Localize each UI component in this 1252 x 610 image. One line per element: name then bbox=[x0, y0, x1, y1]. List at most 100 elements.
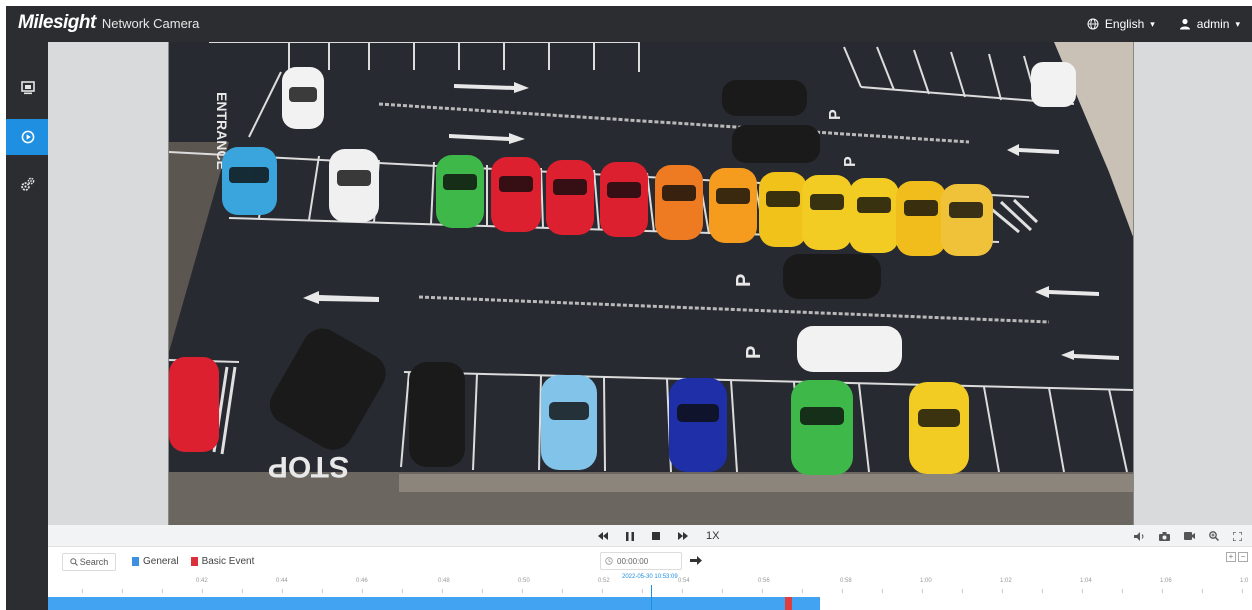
playhead[interactable] bbox=[651, 585, 652, 610]
playback-controls: 1X bbox=[598, 525, 719, 547]
top-bar: Milesight Network Camera English ▾ admin… bbox=[6, 6, 1252, 42]
arrow-right-icon bbox=[690, 556, 702, 565]
tick bbox=[1122, 589, 1123, 593]
parking-lot-image: STOP ENTRANCE P P P P bbox=[169, 42, 1133, 525]
record-button[interactable] bbox=[1184, 532, 1195, 540]
tick-label: 1:0 bbox=[1240, 578, 1249, 584]
tick bbox=[682, 589, 683, 593]
fullscreen-button[interactable] bbox=[1233, 531, 1242, 541]
playback-icon bbox=[21, 130, 35, 144]
search-label: Search bbox=[79, 557, 109, 567]
tick bbox=[1002, 589, 1003, 593]
pause-icon bbox=[626, 531, 634, 541]
fast-forward-icon bbox=[678, 532, 688, 540]
audio-button[interactable] bbox=[1134, 531, 1145, 541]
zoom-button[interactable] bbox=[1209, 531, 1219, 541]
chevron-down-icon: ▾ bbox=[1150, 18, 1155, 29]
playhead-time: 2022-05-30 10:53:09 bbox=[622, 574, 678, 580]
tick bbox=[362, 589, 363, 593]
time-jump-value: 00:00:00 bbox=[617, 556, 649, 566]
legend-item-general[interactable]: General bbox=[132, 556, 179, 567]
clock-icon bbox=[605, 557, 613, 565]
tick bbox=[962, 589, 963, 593]
tick-label: 0:42 bbox=[196, 578, 208, 584]
search-button[interactable]: Search bbox=[62, 553, 116, 571]
video-frame[interactable]: STOP ENTRANCE P P P P bbox=[168, 42, 1134, 525]
tick bbox=[202, 589, 203, 593]
chevron-down-icon: ▾ bbox=[1235, 18, 1240, 29]
tick bbox=[642, 589, 643, 593]
tick bbox=[922, 589, 923, 593]
zoom-in-icon bbox=[1209, 531, 1219, 541]
tick bbox=[802, 589, 803, 593]
recording-segment-general[interactable] bbox=[48, 597, 820, 610]
recording-segment-event[interactable] bbox=[785, 597, 792, 610]
tick-label: 1:00 bbox=[920, 578, 932, 584]
language-selector[interactable]: English ▾ bbox=[1087, 17, 1155, 31]
tick-label: 0:56 bbox=[758, 578, 770, 584]
tick bbox=[562, 589, 563, 593]
sidebar bbox=[6, 42, 50, 610]
tick-label: 0:50 bbox=[518, 578, 530, 584]
search-icon bbox=[70, 558, 78, 566]
video-record-icon bbox=[1184, 532, 1195, 540]
brand: Milesight Network Camera bbox=[18, 12, 199, 34]
tick bbox=[1042, 589, 1043, 593]
tick bbox=[1162, 589, 1163, 593]
fast-forward-button[interactable] bbox=[678, 532, 688, 540]
tick-label: 1:06 bbox=[1160, 578, 1172, 584]
sidebar-item-settings[interactable] bbox=[6, 166, 50, 202]
time-jump-field[interactable]: 00:00:00 bbox=[600, 552, 682, 570]
go-button[interactable] bbox=[690, 553, 702, 568]
tick bbox=[722, 589, 723, 593]
stop-button[interactable] bbox=[652, 532, 660, 540]
timeline-legend: General Basic Event bbox=[132, 556, 254, 567]
right-controls bbox=[1134, 525, 1242, 547]
user-menu[interactable]: admin ▾ bbox=[1179, 17, 1240, 31]
top-right-menu: English ▾ admin ▾ bbox=[1087, 6, 1240, 42]
stop-icon bbox=[652, 532, 660, 540]
settings-icon bbox=[21, 177, 35, 191]
pause-button[interactable] bbox=[626, 531, 634, 541]
tick bbox=[82, 589, 83, 593]
timeline-zoom-in-button[interactable]: + bbox=[1226, 552, 1236, 562]
tick bbox=[442, 589, 443, 593]
legend-label: General bbox=[143, 556, 179, 567]
rewind-button[interactable] bbox=[598, 532, 608, 540]
user-icon bbox=[1179, 18, 1190, 30]
road-text-p4: P bbox=[743, 346, 765, 359]
playback-speed[interactable]: 1X bbox=[706, 530, 719, 542]
snapshot-button[interactable] bbox=[1159, 531, 1170, 541]
timeline-track[interactable]: 0:42 0:44 0:46 0:48 0:50 0:52 0:54 0:56 … bbox=[48, 574, 1252, 610]
tick bbox=[602, 589, 603, 593]
tick bbox=[1082, 589, 1083, 593]
tick bbox=[122, 589, 123, 593]
live-view-icon bbox=[21, 81, 35, 95]
timeline-zoom: + − bbox=[1226, 552, 1248, 562]
sidebar-item-live-view[interactable] bbox=[6, 70, 50, 106]
tick bbox=[322, 589, 323, 593]
legend-swatch bbox=[132, 557, 139, 566]
rewind-icon bbox=[598, 532, 608, 540]
product-name: Network Camera bbox=[101, 16, 200, 31]
tick-label: 0:58 bbox=[840, 578, 852, 584]
tick bbox=[1202, 589, 1203, 593]
tick bbox=[762, 589, 763, 593]
tick bbox=[482, 589, 483, 593]
road-text-p2: P bbox=[842, 156, 859, 167]
tick-label: 0:46 bbox=[356, 578, 368, 584]
tick-label: 1:02 bbox=[1000, 578, 1012, 584]
tick-label: 0:52 bbox=[598, 578, 610, 584]
sidebar-item-playback[interactable] bbox=[6, 119, 50, 155]
user-label: admin bbox=[1196, 17, 1230, 31]
tick bbox=[522, 589, 523, 593]
tick bbox=[1242, 589, 1243, 593]
road-text-p3: P bbox=[733, 274, 755, 287]
timeline-zoom-out-button[interactable]: − bbox=[1238, 552, 1248, 562]
camera-icon bbox=[1159, 531, 1170, 541]
legend-swatch bbox=[190, 557, 198, 566]
legend-item-basic-event[interactable]: Basic Event bbox=[190, 556, 254, 567]
tick-label: 0:44 bbox=[276, 578, 288, 584]
road-text-p1: P bbox=[827, 109, 844, 120]
road-text-stop: STOP bbox=[268, 450, 349, 483]
